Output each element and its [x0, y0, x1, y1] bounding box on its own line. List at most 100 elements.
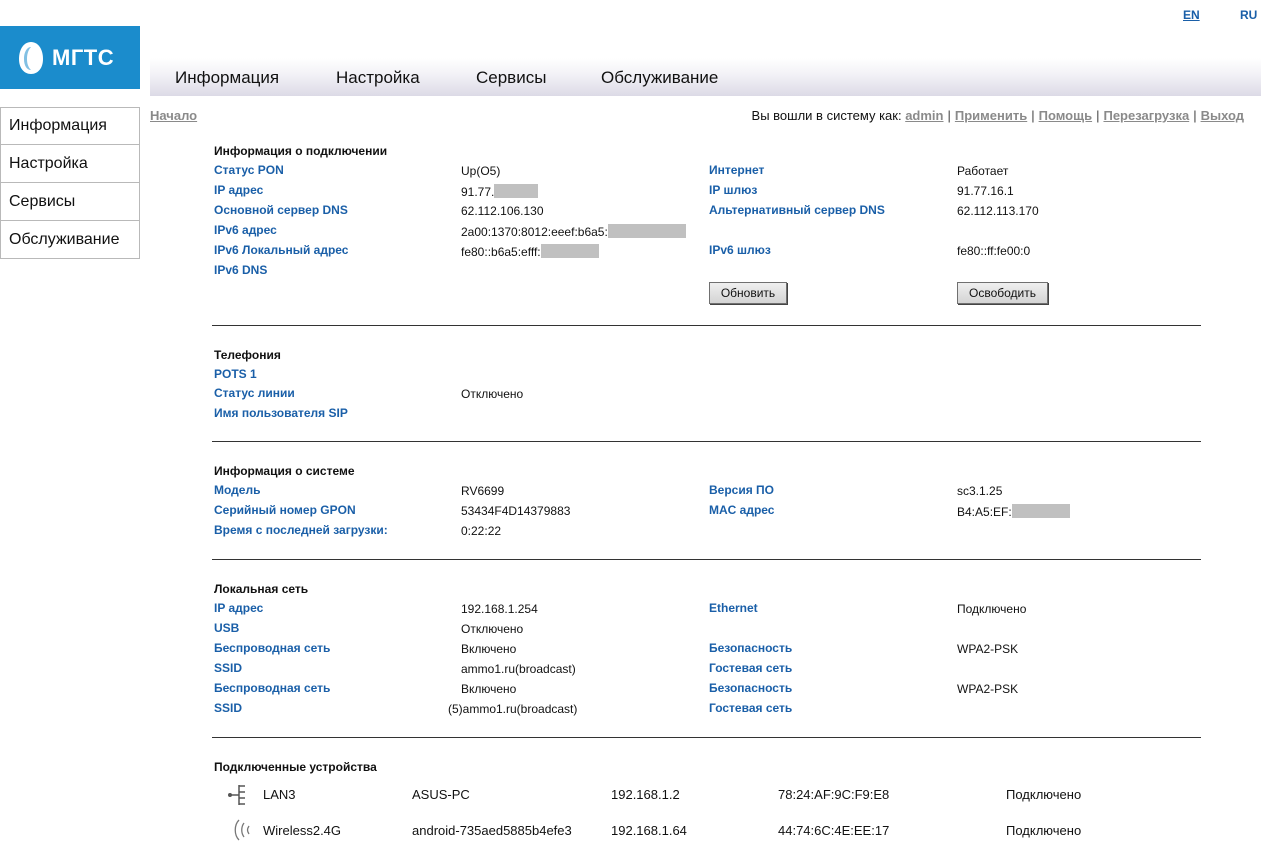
security1-label: Безопасность	[709, 641, 793, 655]
device-ip: 192.168.1.2	[611, 787, 680, 802]
security2-label: Безопасность	[709, 681, 793, 695]
security2-value: WPA2-PSK	[957, 682, 1019, 696]
device-name: android-735aed5885b4efe3	[412, 823, 572, 838]
section-divider	[212, 737, 1201, 738]
topnav-item-services[interactable]: Сервисы	[476, 68, 546, 88]
uptime-label: Время с последней загрузки:	[214, 523, 388, 537]
model-value: RV6699	[461, 484, 505, 498]
pots-label: POTS 1	[214, 367, 257, 381]
sidebar: Информация Настройка Сервисы Обслуживани…	[0, 107, 140, 259]
lan-ip-label: IP адрес	[214, 601, 264, 615]
section-title-system: Информация о системе	[214, 464, 355, 478]
separator: |	[947, 108, 951, 123]
release-button[interactable]: Освободить	[957, 282, 1048, 304]
wireless-icon	[231, 818, 253, 841]
sidebar-item-info[interactable]: Информация	[0, 107, 140, 145]
ipv6-address-value: 2a00:1370:8012:eeef:b6a5:	[461, 224, 686, 239]
logo-drop-icon	[18, 41, 44, 75]
lang-en-link[interactable]: EN	[1183, 8, 1200, 22]
redacted-block	[1011, 504, 1070, 518]
section-divider	[212, 325, 1201, 326]
renew-button[interactable]: Обновить	[709, 282, 787, 304]
guest1-label: Гостевая сеть	[709, 661, 793, 675]
guest2-label: Гостевая сеть	[709, 701, 793, 715]
device-ip: 192.168.1.64	[611, 823, 687, 838]
ip-address-value: 91.77.	[461, 184, 539, 199]
dns-alt-value: 62.112.113.170	[957, 204, 1039, 218]
redacted-block	[607, 224, 686, 238]
dns-alt-label: Альтернативный сервер DNS	[709, 203, 885, 217]
usb-value: Отключено	[461, 622, 524, 636]
ipv6-local-value: fe80::b6a5:efff:	[461, 244, 599, 259]
topnav-item-info[interactable]: Информация	[175, 68, 279, 88]
section-title-connection: Информация о подключении	[214, 144, 388, 158]
topnav-item-maintenance[interactable]: Обслуживание	[601, 68, 718, 88]
wifi1-label: Беспроводная сеть	[214, 641, 331, 655]
usb-label: USB	[214, 621, 240, 635]
firmware-label: Версия ПО	[709, 483, 775, 497]
ipv6-dns-label: IPv6 DNS	[214, 263, 268, 277]
topnav-item-settings[interactable]: Настройка	[336, 68, 420, 88]
model-label: Модель	[214, 483, 261, 497]
ipv6-address-label: IPv6 адрес	[214, 223, 277, 237]
apply-link[interactable]: Применить	[955, 108, 1027, 123]
line-status-value: Отключено	[461, 387, 524, 401]
wifi1-value: Включено	[461, 642, 517, 656]
redacted-block	[494, 184, 539, 198]
separator: |	[1193, 108, 1197, 123]
ssid2-label: SSID	[214, 701, 243, 715]
pon-status-label: Статус PON	[214, 163, 284, 177]
serial-value: 53434F4D14379883	[461, 504, 571, 518]
lan-ip-value: 192.168.1.254	[461, 602, 538, 616]
mac-label: MAC адрес	[709, 503, 775, 517]
lang-ru-link[interactable]: RU	[1240, 8, 1257, 22]
ssid2-value: (5)ammo1.ru(broadcast)	[448, 702, 578, 716]
top-navigation: Информация Настройка Сервисы Обслуживани…	[150, 58, 1261, 96]
logo: МГТС	[0, 26, 140, 89]
device-status: Подключено	[1006, 823, 1082, 838]
device-mac: 44:74:6C:4E:EE:17	[778, 823, 890, 838]
section-title-lan: Локальная сеть	[214, 582, 309, 596]
ip-gateway-label: IP шлюз	[709, 183, 758, 197]
sidebar-item-maintenance[interactable]: Обслуживание	[0, 221, 140, 259]
wifi2-value: Включено	[461, 682, 517, 696]
user-bar: Вы вошли в систему как: admin | Применить |…	[752, 108, 1244, 123]
device-name: ASUS-PC	[412, 787, 470, 802]
ethernet-value: Подключено	[957, 602, 1027, 616]
section-title-devices: Подключенные устройства	[214, 760, 377, 774]
serial-label: Серийный номер GPON	[214, 503, 356, 517]
device-status: Подключено	[1006, 787, 1082, 802]
ip-gateway-value: 91.77.16.1	[957, 184, 1014, 198]
line-status-label: Статус линии	[214, 386, 295, 400]
section-title-telephony: Телефония	[214, 348, 281, 362]
ssid1-value: ammo1.ru(broadcast)	[461, 662, 576, 676]
dns-primary-value: 62.112.106.130	[461, 204, 544, 218]
username-link[interactable]: admin	[905, 108, 943, 123]
ipv6-gateway-label: IPv6 шлюз	[709, 243, 771, 257]
wifi2-label: Беспроводная сеть	[214, 681, 331, 695]
reboot-link[interactable]: Перезагрузка	[1103, 108, 1189, 123]
device-port: LAN3	[263, 787, 296, 802]
pon-status-value: Up(O5)	[461, 164, 501, 178]
ethernet-label: Ethernet	[709, 601, 758, 615]
ipv6-local-label: IPv6 Локальный адрес	[214, 243, 349, 257]
ipv6-gateway-value: fe80::ff:fe00:0	[957, 244, 1031, 258]
redacted-block	[540, 244, 599, 258]
separator: |	[1096, 108, 1100, 123]
sidebar-item-settings[interactable]: Настройка	[0, 145, 140, 183]
internet-label: Интернет	[709, 163, 765, 177]
ip-address-label: IP адрес	[214, 183, 264, 197]
firmware-value: sc3.1.25	[957, 484, 1003, 498]
sip-user-label: Имя пользователя SIP	[214, 406, 348, 420]
logo-text: МГТС	[52, 44, 115, 70]
ssid1-label: SSID	[214, 661, 243, 675]
sidebar-item-services[interactable]: Сервисы	[0, 183, 140, 221]
section-divider	[212, 559, 1201, 560]
uptime-value: 0:22:22	[461, 524, 502, 538]
device-mac: 78:24:AF:9C:F9:E8	[778, 787, 890, 802]
logout-link[interactable]: Выход	[1201, 108, 1244, 123]
help-link[interactable]: Помощь	[1039, 108, 1092, 123]
breadcrumb-home-link[interactable]: Начало	[150, 108, 197, 123]
security1-value: WPA2-PSK	[957, 642, 1019, 656]
mac-value: B4:A5:EF:	[957, 504, 1070, 519]
